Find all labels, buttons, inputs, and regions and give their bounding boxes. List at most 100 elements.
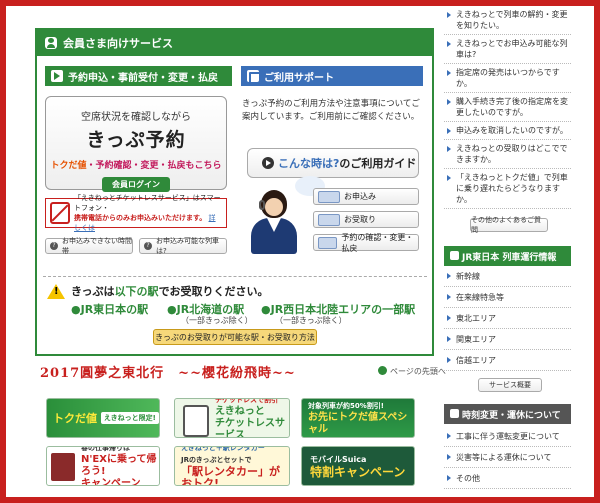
page-top-link[interactable]: ページの先頭へ <box>378 366 446 377</box>
ticket-reservation-button[interactable]: 空席状況を確認しながら きっぷ予約 トクだ値・予約確認・変更・払戻もこちら 会員… <box>45 96 227 192</box>
banner-special-text: 対象列車が約50%割引! お先にトクだ値スペシャル <box>308 400 414 436</box>
guide-change-button[interactable]: 予約の確認・変更・払戻 <box>313 233 419 253</box>
banner-special-discount: 対象列車が約50%割引! <box>308 402 384 410</box>
schedule-change-list: 工事に伴う運転変更について 災害等による運休について その他 <box>444 426 571 489</box>
members-service-panel: 会員さま向けサービス 予約申込・事前受付・変更・払戻 ご利用サポート 空席状況を… <box>35 28 434 356</box>
ticket-reservation-note-text: ・予約確認・変更・払戻もこちら <box>86 161 222 171</box>
banner-nex-text: 春の仕事帰りは N'EXに乗って帰ろう! キャンペーン <box>81 446 159 486</box>
reserve-section-title: 予約申込・事前受付・変更・払戻 <box>68 72 218 84</box>
support-description: きっぷ予約のご利用方法や注意事項についてご案内しています。ご利用前にご確認くださ… <box>242 99 420 122</box>
arrow-up-icon <box>378 366 387 375</box>
banner-ticketless-discount: チケットレスで割引 <box>215 398 278 404</box>
banner-rentacar[interactable]: えきねっと＋駅レンタカー JRのきっぷとセットで 「駅レンタカー」がおトク! <box>174 446 290 486</box>
support-section-header: ご利用サポート <box>241 66 423 86</box>
station-jr-west-note: （一部きっぷ除く） <box>275 316 347 325</box>
document-icon <box>247 70 261 84</box>
unavailable-hours-label: お申込みできない時間帯 <box>62 237 132 255</box>
members-panel-header: 会員さま向けサービス <box>37 30 432 56</box>
ticket-reservation-note: トクだ値・予約確認・変更・払戻もこちら <box>46 158 226 171</box>
question-icon: ? <box>50 242 58 250</box>
schedule-item[interactable]: その他 <box>444 468 571 489</box>
reserve-section-header: 予約申込・事前受付・変更・払戻 <box>45 66 232 86</box>
train-info-item[interactable]: 関東エリア <box>444 329 571 350</box>
banner-mobile-suica[interactable]: モバイルSuica 特割キャンペーン <box>301 446 415 486</box>
pickup-stations-button[interactable]: きっぷのお受取りが可能な駅・お受取り方法 <box>153 329 317 345</box>
faq-item[interactable]: えきねっとで列車の解約・変更を知りたい。 <box>444 6 571 35</box>
available-trains-button[interactable]: ? お申込み可能な列車は? <box>139 237 227 255</box>
stations-title-a: きっぷは <box>71 285 115 298</box>
banner-suica-line2: 特割キャンペーン <box>310 465 406 479</box>
tokudane-label: トクだ値 <box>50 161 87 171</box>
usage-guide-header[interactable]: こんな時は? のご利用ガイド <box>247 148 419 178</box>
unavailable-hours-button[interactable]: ? お申込みできない時間帯 <box>45 237 133 255</box>
train-info-item[interactable]: 新幹線 <box>444 266 571 287</box>
schedule-item[interactable]: 災害等による運休について <box>444 447 571 468</box>
banner-rentacar-line1: えきねっと＋駅レンタカー <box>181 446 265 452</box>
blog-caption: 2017圓夢之東北行 ~~櫻花紛飛時~~ <box>40 366 296 381</box>
banner-tokudane-sub: えきねっと限定! <box>100 412 159 424</box>
usage-guide-list: お申込み お受取り 予約の確認・変更・払戻 <box>313 188 419 257</box>
banner-ticketless-brand: えきねっと <box>215 406 265 417</box>
sp-notice-service: 「えきねっとチケットレスサービス」 <box>74 194 193 202</box>
no-pc-icon <box>50 202 70 224</box>
train-info-header: JR東日本 列車運行情報 <box>444 246 571 266</box>
banner-ticketless[interactable]: チケットレスで割引えきねっと チケットレスサービス <box>174 398 290 438</box>
guide-title-label: のご利用ガイド <box>339 157 417 170</box>
apply-icon <box>318 190 340 203</box>
train-info-item[interactable]: 東北エリア <box>444 308 571 329</box>
receive-icon <box>318 213 340 226</box>
operator-face <box>265 198 283 216</box>
sp-notice-warning: 携帯電話からのみお申込みいただけます。 <box>74 214 207 222</box>
banner-ticketless-text: チケットレスで割引えきねっと チケットレスサービス <box>215 398 289 438</box>
banner-tokudane-title: トクだ値 <box>53 412 97 425</box>
support-section-title: ご利用サポート <box>264 72 334 84</box>
guide-apply-button[interactable]: お申込み <box>313 188 419 205</box>
banner-rentacar-line3: 「駅レンタカー」がおトク! <box>181 465 280 486</box>
banner-tokudane[interactable]: トクだ値 えきねっと限定! <box>46 398 160 438</box>
banner-ticketless-title: チケットレスサービス <box>215 418 285 438</box>
play-arrow-icon <box>51 70 63 82</box>
faq-list: えきねっとで列車の解約・変更を知りたい。 えきねっとでお申込み可能な列車は? 指… <box>444 6 571 209</box>
operator-illustration <box>247 176 325 258</box>
schedule-item[interactable]: 工事に伴う運転変更について <box>444 426 571 447</box>
pickup-stations-section: きっぷは以下の駅でお受取りください。 ●JR東日本の駅 ●JR北海道の駅 （一部… <box>43 276 427 348</box>
faq-item[interactable]: 購入手続き完了後の指定席を変更したいのですが。 <box>444 93 571 122</box>
faq-item[interactable]: 「えきねっとトクだ値」で列車に乗り遅れたらどうなりますか。 <box>444 169 571 209</box>
smartphone-notice-text: 「えきねっとチケットレスサービス」はスマートフォン・ 携帯電話からのみお申込みい… <box>74 193 222 233</box>
banner-nex[interactable]: 春の仕事帰りは N'EXに乗って帰ろう! キャンペーン <box>46 446 160 486</box>
arrow-right-icon <box>262 157 274 169</box>
faq-item[interactable]: えきねっとの受取りはどこでできますか。 <box>444 140 571 169</box>
stations-title-highlight: 以下の駅 <box>114 285 159 298</box>
guide-question-label: こんな時は? <box>278 157 340 170</box>
warning-icon <box>47 283 65 299</box>
service-overview-button[interactable]: サービス概要 <box>478 378 542 392</box>
available-trains-label: お申込み可能な列車は? <box>156 237 219 255</box>
banner-nex-line1: 春の仕事帰りは <box>81 446 130 452</box>
change-icon <box>318 236 338 249</box>
headset-icon <box>259 200 265 210</box>
train-info-item[interactable]: 在来線特急等 <box>444 287 571 308</box>
banner-tokudane-special[interactable]: 対象列車が約50%割引! お先にトクだ値スペシャル <box>301 398 415 438</box>
members-panel-title: 会員さま向けサービス <box>63 37 173 50</box>
question-icon: ? <box>144 242 152 250</box>
ticket-reservation-title: きっぷ予約 <box>86 129 186 151</box>
train-info-list: 新幹線 在来線特急等 東北エリア 関東エリア 信越エリア <box>444 266 571 371</box>
member-login-button[interactable]: 会員ログイン <box>102 177 170 192</box>
smartphone-notice: 「えきねっとチケットレスサービス」はスマートフォン・ 携帯電話からのみお申込みい… <box>45 194 227 232</box>
faq-item[interactable]: 申込みを取消したいのですが。 <box>444 122 571 140</box>
train-info-item[interactable]: 信越エリア <box>444 350 571 371</box>
banner-rentacar-text: えきねっと＋駅レンタカー JRのきっぷとセットで 「駅レンタカー」がおトク! <box>181 446 289 486</box>
faq-item[interactable]: えきねっとでお申込み可能な列車は? <box>444 35 571 64</box>
faq-more-button[interactable]: その他のよくあるご質問 <box>470 216 548 234</box>
ticket-reservation-subtitle: 空席状況を確認しながら <box>81 112 191 123</box>
guide-apply-label: お申込み <box>344 192 376 201</box>
banner-nex-line2: N'EXに乗って帰ろう! <box>81 454 157 477</box>
banner-nex-line3: キャンペーン <box>81 478 141 486</box>
page-top-label: ページの先頭へ <box>390 367 446 376</box>
station-jr-east: ●JR東日本の駅 <box>71 303 149 316</box>
faq-item[interactable]: 指定席の発売はいつからですか。 <box>444 64 571 93</box>
guide-receive-label: お受取り <box>344 215 376 224</box>
guide-receive-button[interactable]: お受取り <box>313 211 419 228</box>
banner-special-title: お先にトクだ値スペシャル <box>308 412 408 435</box>
pickup-stations-title: きっぷは以下の駅でお受取りください。 <box>47 283 269 299</box>
